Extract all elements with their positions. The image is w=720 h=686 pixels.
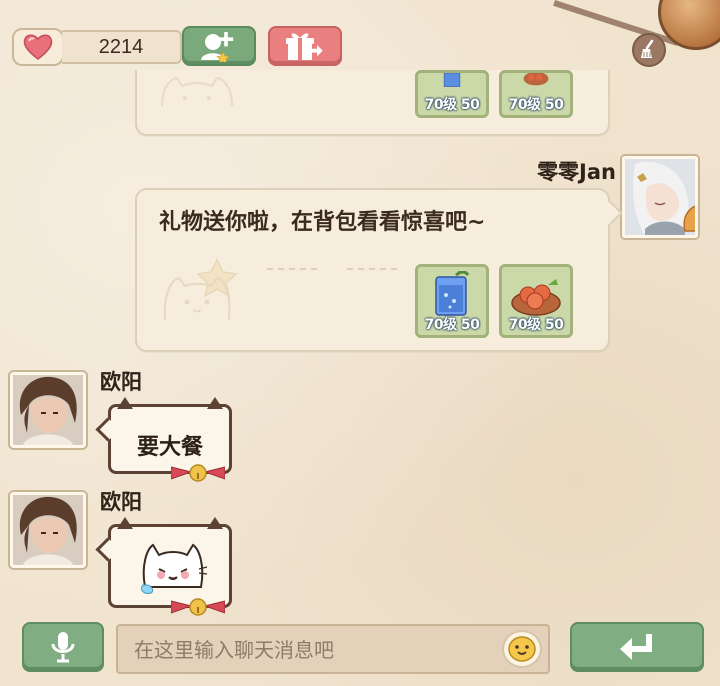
clear-chat-button[interactable] [632,33,666,67]
top-bar: 2214 [0,0,720,80]
avatar[interactable] [622,156,698,238]
cat-watermark-icon [163,258,238,321]
emoji-button[interactable] [502,630,542,668]
bow-bell-icon [171,464,225,482]
item-level: 70级 50 [508,317,564,333]
dashed-divider [347,268,397,270]
item-level: 70级 50 [424,97,480,113]
microphone-icon [51,632,75,663]
avatar[interactable] [10,492,86,568]
croissant-icon [683,205,695,232]
chat-input-box [116,624,550,674]
add-friend-icon [201,32,234,62]
message-text: 礼物送你啦，在背包看看惊喜吧~ [159,210,486,235]
message-text: 要大餐 [136,435,203,460]
send-button[interactable] [570,622,704,672]
meat-dish-icon [511,279,561,316]
cat-ear-decor [117,517,133,529]
item-level: 70级 50 [424,317,480,333]
gift-message-card: 礼物送你啦，在背包看看惊喜吧~ 70级 50 70级 50 [135,188,610,352]
sender-name: 零零Jan [537,160,616,184]
gift-button[interactable] [268,26,342,66]
dashed-divider [267,268,317,270]
chat-input[interactable] [132,635,486,665]
avatar[interactable] [10,372,86,448]
cat-ear-decor [117,397,133,409]
blue-drink-icon [435,271,470,316]
heart-icon [23,34,53,60]
chat-bubble [108,517,232,616]
gift-item-tile[interactable]: 70级 50 [415,264,489,338]
smiley-icon [508,636,536,662]
enter-arrow-icon [620,634,652,660]
gift-icon [286,33,323,60]
gift-item-tile[interactable]: 70级 50 [499,264,573,338]
crying-cat-sticker-icon[interactable] [137,535,209,597]
cat-ear-decor [207,517,223,529]
add-friend-button[interactable] [182,26,256,66]
broom-icon [641,39,654,58]
heart-button[interactable] [12,28,64,66]
boy-portrait-icon [13,375,83,445]
chat-bubble: 要大餐 [108,397,232,482]
cat-watermark-icon [161,76,233,107]
sender-name: 欧阳 [100,490,142,514]
sender-name: 欧阳 [100,370,142,394]
gift-message-card: 70级 50 70级 50 [135,70,610,136]
heart-count: 2214 [62,30,182,64]
cat-ear-decor [207,397,223,409]
gift-item-tile[interactable]: 70级 50 [415,70,489,118]
voice-button[interactable] [22,622,104,672]
boy-portrait-icon [13,495,83,565]
item-level: 70级 50 [508,97,564,113]
gift-item-tile[interactable]: 70级 50 [499,70,573,118]
bow-bell-icon [171,598,225,616]
